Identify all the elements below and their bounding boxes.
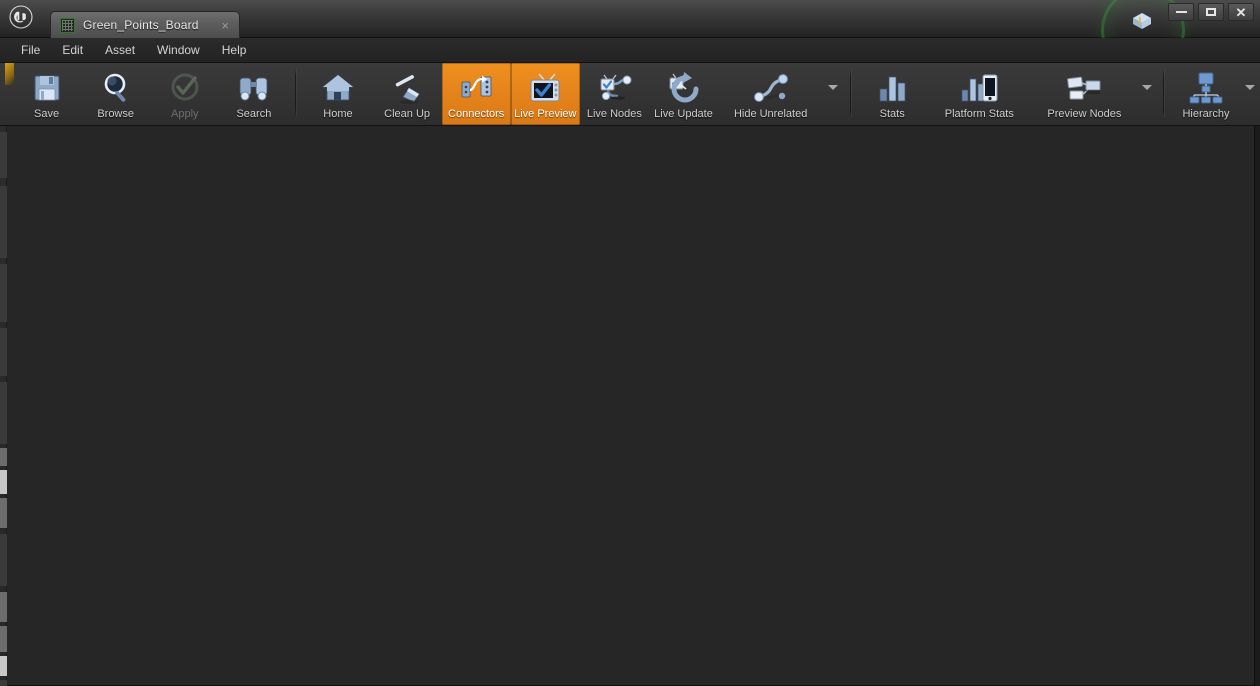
menu-item-asset[interactable]: Asset bbox=[94, 40, 146, 60]
toolbar-button-label: Live Update bbox=[654, 108, 713, 120]
toolbar-button-apply: Apply bbox=[150, 63, 219, 125]
menu-item-help[interactable]: Help bbox=[211, 40, 258, 60]
edge-rail-mark bbox=[0, 328, 7, 376]
toolbar-button-hierarchy[interactable]: Hierarchy bbox=[1171, 63, 1240, 125]
toolbar-button-label: Search bbox=[236, 108, 272, 120]
toolbar-button-live-nodes[interactable]: Live Nodes bbox=[580, 63, 649, 125]
edge-rail-mark bbox=[0, 470, 7, 494]
edge-rail-mark bbox=[0, 132, 7, 178]
menu-item-file[interactable]: File bbox=[10, 40, 51, 60]
material-asset-icon bbox=[60, 17, 75, 33]
edge-rail-mark bbox=[0, 382, 7, 444]
edge-rail-mark bbox=[0, 680, 7, 686]
toolbar-button-label: Platform Stats bbox=[944, 108, 1014, 120]
toolbar-button-home[interactable]: Home bbox=[303, 63, 372, 125]
close-icon[interactable]: × bbox=[199, 19, 229, 32]
edge-rail-mark bbox=[0, 626, 7, 652]
toolbar-button-browse[interactable]: Browse bbox=[81, 63, 150, 125]
magnifier-icon bbox=[96, 69, 136, 107]
toolbar-button-label: Hide Unrelated bbox=[733, 108, 808, 120]
main-toolbar: Save Browse Apply Search Home Clean Up Connect… bbox=[0, 63, 1260, 126]
chevron-down-icon[interactable] bbox=[1137, 63, 1156, 125]
toolbar-button-label: Preview Nodes bbox=[1047, 108, 1122, 120]
toolbar-button-search[interactable]: Search bbox=[219, 63, 288, 125]
title-bar: Green_Points_Board × ✕ bbox=[0, 0, 1260, 72]
toolbar-button-live-preview[interactable]: Live Preview bbox=[510, 63, 580, 125]
tab-strip: Green_Points_Board × bbox=[50, 11, 240, 38]
menu-item-window[interactable]: Window bbox=[146, 40, 211, 60]
edge-rail-mark bbox=[0, 592, 7, 622]
toolbar-button-live-update[interactable]: Live Update bbox=[649, 63, 718, 125]
edge-rail-mark bbox=[0, 186, 7, 258]
toolbar-button-hide-unrelated[interactable]: Hide Unrelated bbox=[718, 63, 823, 125]
toolbar-button-label: Clean Up bbox=[384, 108, 430, 120]
toolbar-button-label: Save bbox=[34, 108, 60, 120]
toolbar-button-label: Browse bbox=[97, 108, 134, 120]
tv-check-icon bbox=[525, 69, 565, 107]
edge-rail-mark bbox=[0, 534, 7, 586]
minimize-button[interactable] bbox=[1168, 3, 1194, 21]
toolbar-button-clean-up[interactable]: Clean Up bbox=[373, 63, 442, 125]
unreal-engine-logo-icon bbox=[8, 4, 34, 30]
edge-rail-mark bbox=[0, 264, 7, 322]
unreal-material-editor-window: Green_Points_Board × ✕ File Edit Asset Wind… bbox=[0, 0, 1260, 686]
toolbar-separator bbox=[849, 69, 851, 117]
hierarchy-tree-icon bbox=[1186, 69, 1226, 107]
preview-nodes-icon bbox=[1064, 69, 1104, 107]
tab-green-points-board[interactable]: Green_Points_Board × bbox=[50, 11, 240, 38]
toolbar-button-save[interactable]: Save bbox=[12, 63, 81, 125]
toolbar-button-stats[interactable]: Stats bbox=[858, 63, 927, 125]
toolbar-separator bbox=[295, 69, 297, 117]
platform-stats-icon bbox=[959, 69, 999, 107]
right-edge-rail bbox=[1254, 126, 1260, 686]
live-nodes-icon bbox=[594, 69, 634, 107]
edge-rail-mark bbox=[0, 656, 7, 676]
floppy-disk-icon bbox=[27, 69, 67, 107]
material-graph-canvas[interactable] bbox=[0, 126, 1260, 686]
connectors-icon bbox=[456, 69, 496, 107]
toolbar-button-label: Hierarchy bbox=[1182, 108, 1230, 120]
window-controls: ✕ bbox=[1168, 3, 1254, 21]
toolbar-button-label: Live Preview bbox=[514, 108, 577, 120]
close-button[interactable]: ✕ bbox=[1228, 3, 1254, 21]
edge-rail-mark bbox=[0, 498, 7, 528]
left-edge-rail[interactable] bbox=[0, 126, 7, 686]
edge-rail-mark bbox=[0, 448, 7, 466]
hide-unrelated-icon bbox=[751, 69, 791, 107]
binoculars-icon bbox=[234, 69, 274, 107]
toolbar-button-preview-nodes[interactable]: Preview Nodes bbox=[1032, 63, 1137, 125]
broom-icon bbox=[387, 69, 427, 107]
toolbar-button-label: Connectors bbox=[448, 108, 505, 120]
check-circle-icon bbox=[165, 69, 205, 107]
toolbar-button-platform-stats[interactable]: Platform Stats bbox=[927, 63, 1032, 125]
toolbar-button-label: Live Nodes bbox=[586, 108, 642, 120]
chevron-down-icon[interactable] bbox=[823, 63, 842, 125]
toolbar-button-connectors[interactable]: Connectors bbox=[441, 63, 511, 125]
maximize-button[interactable] bbox=[1198, 3, 1224, 21]
toolbar-button-label: Apply bbox=[171, 108, 199, 120]
toolbar-button-label: Stats bbox=[879, 108, 905, 120]
house-icon bbox=[318, 69, 358, 107]
toolbar-separator bbox=[1163, 69, 1165, 117]
toolbar-button-label: Home bbox=[323, 108, 353, 120]
ue-cube-icon[interactable] bbox=[1131, 11, 1153, 31]
bar-chart-icon bbox=[872, 69, 912, 107]
tab-label: Green_Points_Board bbox=[83, 18, 199, 32]
menu-item-edit[interactable]: Edit bbox=[51, 40, 94, 60]
menu-bar: File Edit Asset Window Help bbox=[0, 38, 1260, 63]
chevron-down-icon[interactable] bbox=[1241, 63, 1260, 125]
live-update-icon bbox=[664, 69, 704, 107]
